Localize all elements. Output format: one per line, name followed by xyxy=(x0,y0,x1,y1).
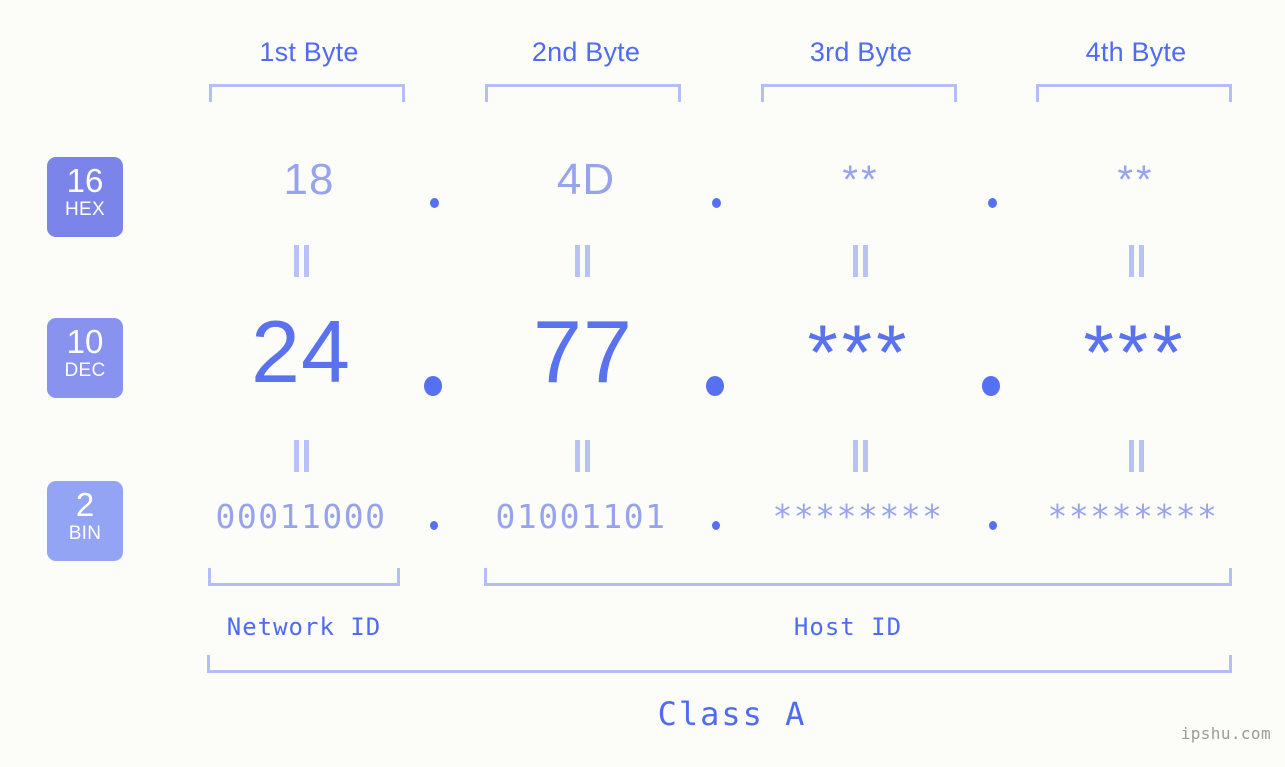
site-watermark: ipshu.com xyxy=(1180,724,1271,743)
dec-separator-dot-2 xyxy=(706,376,724,396)
bin-byte-2-value: 01001101 xyxy=(495,497,667,536)
bin-separator-dot-1 xyxy=(430,521,438,530)
hex-byte-2-value: 4D xyxy=(556,155,616,204)
equals-marker-hex-dec-4 xyxy=(1125,245,1147,277)
hex-byte-1-value: 18 xyxy=(283,155,335,204)
base-badge-dec-name: DEC xyxy=(64,360,106,381)
bin-byte-3-value: ******** xyxy=(772,497,944,536)
base-badge-dec: 10 DEC xyxy=(47,318,123,398)
host-id-label: Host ID xyxy=(793,613,903,641)
bin-byte-4-value: ******** xyxy=(1047,497,1219,536)
byte-header-2: 2nd Byte xyxy=(531,37,641,67)
dec-byte-2-value: 77 xyxy=(533,302,633,401)
class-bracket xyxy=(207,655,1232,673)
byte-bracket-top-4 xyxy=(1036,84,1232,102)
base-badge-hex-name: HEX xyxy=(65,199,105,220)
base-badge-bin-name: BIN xyxy=(68,523,102,544)
equals-marker-hex-dec-3 xyxy=(849,245,871,277)
equals-marker-dec-bin-2 xyxy=(571,440,593,472)
bin-separator-dot-2 xyxy=(712,521,720,530)
equals-marker-dec-bin-4 xyxy=(1125,440,1147,472)
base-badge-bin-number: 2 xyxy=(75,486,95,523)
equals-marker-hex-dec-1 xyxy=(290,245,312,277)
dec-separator-dot-1 xyxy=(424,376,442,396)
byte-bracket-top-3 xyxy=(761,84,957,102)
bin-byte-1-value: 00011000 xyxy=(215,497,387,536)
equals-marker-hex-dec-2 xyxy=(571,245,593,277)
hex-byte-3-value: ** xyxy=(842,158,880,202)
byte-header-3: 3rd Byte xyxy=(809,37,913,67)
dec-byte-3-value: *** xyxy=(807,308,911,396)
host-id-bracket xyxy=(484,568,1232,586)
ip-byte-breakdown-diagram: 1st Byte 2nd Byte 3rd Byte 4th Byte 16 H… xyxy=(0,0,1285,767)
base-badge-bin: 2 BIN xyxy=(47,481,123,561)
byte-bracket-top-1 xyxy=(209,84,405,102)
bin-separator-dot-3 xyxy=(989,521,997,530)
byte-header-4: 4th Byte xyxy=(1085,37,1187,67)
dec-byte-4-value: *** xyxy=(1083,308,1187,396)
base-badge-hex: 16 HEX xyxy=(47,157,123,237)
network-id-label: Network ID xyxy=(226,613,382,641)
base-badge-dec-number: 10 xyxy=(66,323,104,360)
class-label: Class A xyxy=(657,695,807,733)
dec-separator-dot-3 xyxy=(982,376,1000,396)
equals-marker-dec-bin-3 xyxy=(849,440,871,472)
hex-separator-dot-3 xyxy=(988,198,997,208)
equals-marker-dec-bin-1 xyxy=(290,440,312,472)
byte-header-1: 1st Byte xyxy=(259,37,359,67)
network-id-bracket xyxy=(208,568,400,586)
hex-separator-dot-1 xyxy=(430,198,439,208)
hex-byte-4-value: ** xyxy=(1117,158,1155,202)
dec-byte-1-value: 24 xyxy=(251,302,351,401)
hex-separator-dot-2 xyxy=(712,198,721,208)
base-badge-hex-number: 16 xyxy=(66,162,104,199)
byte-bracket-top-2 xyxy=(485,84,681,102)
